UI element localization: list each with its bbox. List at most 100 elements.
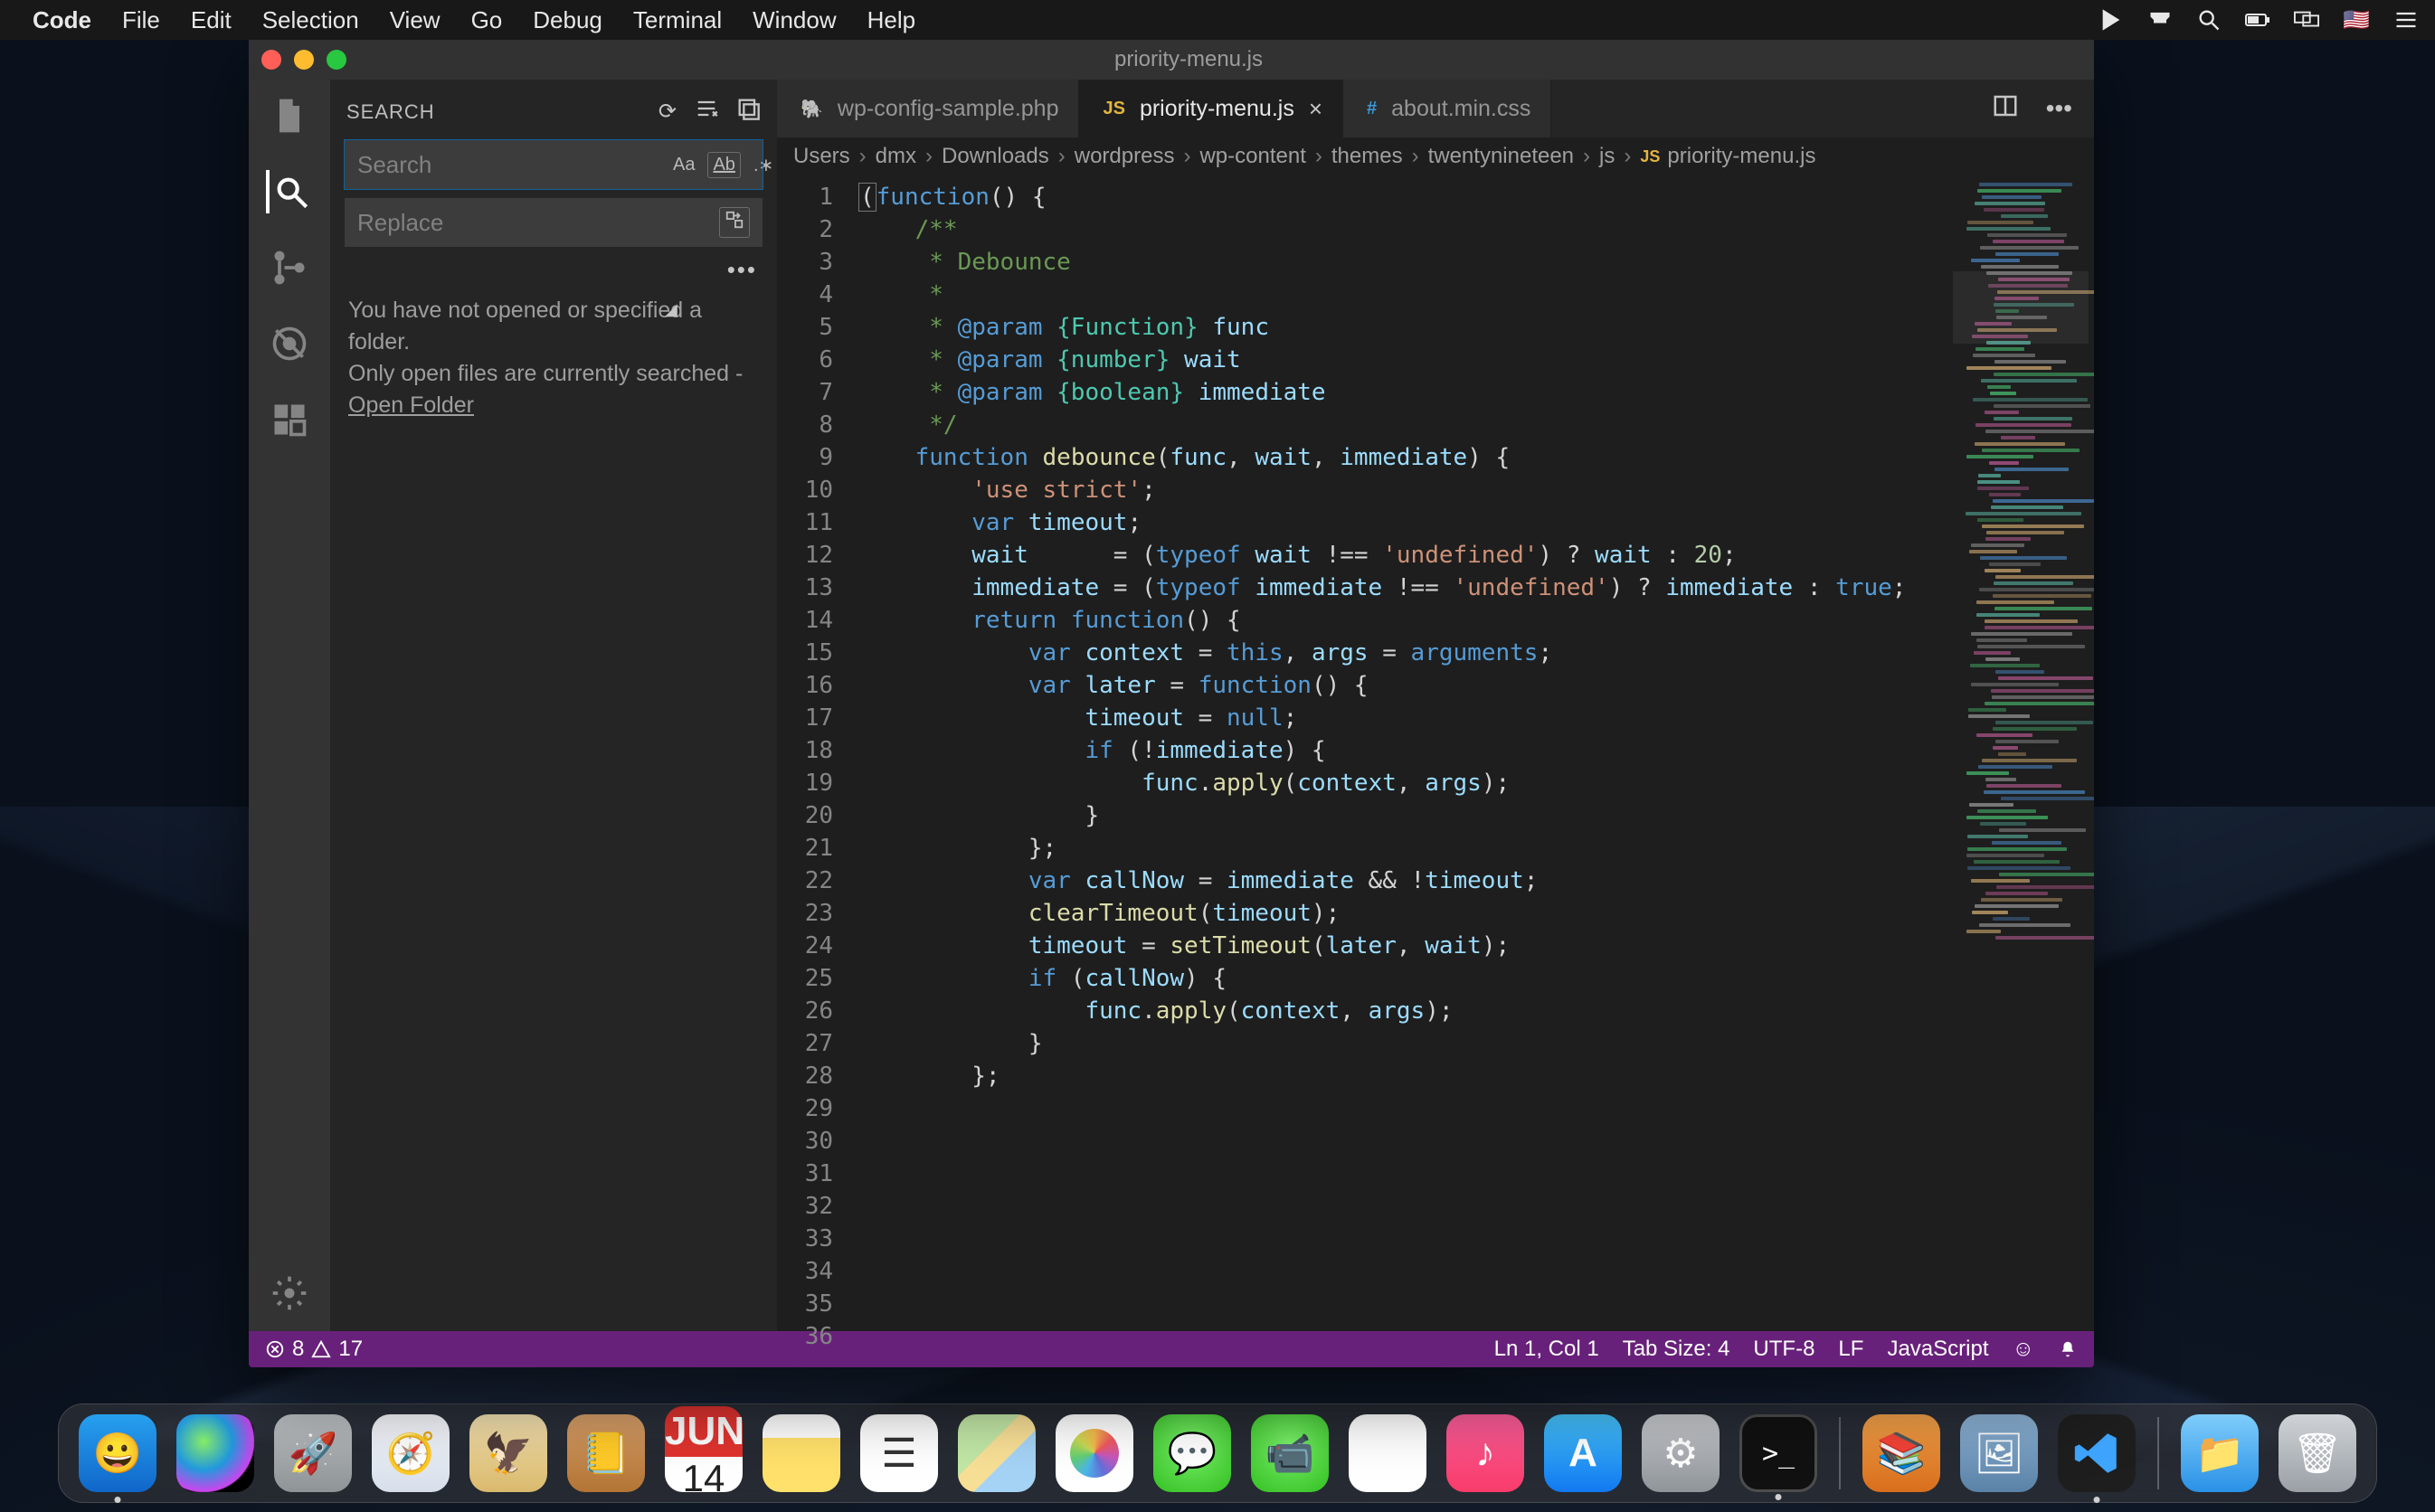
debug-icon[interactable] — [268, 322, 311, 365]
menu-go[interactable]: Go — [471, 6, 503, 34]
regex-icon[interactable]: .∗ — [748, 151, 779, 179]
dock-contacts[interactable]: 📒 — [567, 1414, 645, 1492]
tab-label: about.min.css — [1391, 96, 1530, 122]
status-battery-icon[interactable] — [2245, 7, 2270, 33]
dock-vscode[interactable] — [2058, 1414, 2136, 1492]
window-title: priority-menu.js — [346, 47, 2094, 72]
dock-divider — [1839, 1417, 1841, 1489]
dock-music[interactable]: ♪ — [1446, 1414, 1524, 1492]
feedback-icon[interactable]: ☺ — [2012, 1337, 2034, 1362]
replace-all-icon[interactable] — [719, 207, 750, 238]
search-hint: You have not opened or specified a folde… — [330, 289, 777, 427]
dock-photos-app[interactable]: 🖼 — [1960, 1414, 2038, 1492]
tab-bar: 🐘 wp-config-sample.php JS priority-menu.… — [777, 80, 2094, 137]
menubar-app-name[interactable]: Code — [33, 6, 91, 34]
menu-help[interactable]: Help — [867, 6, 915, 34]
bell-icon[interactable] — [2058, 1339, 2078, 1359]
dock-calendar[interactable]: JUN14 — [665, 1414, 743, 1492]
replace-input[interactable] — [345, 198, 763, 247]
menu-debug[interactable]: Debug — [533, 6, 602, 34]
menu-terminal[interactable]: Terminal — [633, 6, 722, 34]
clear-results-icon[interactable] — [694, 96, 719, 128]
search-panel: SEARCH ⟳ ◢ Aa Ab .∗ ••• You have not ope… — [330, 80, 777, 1331]
language-mode[interactable]: JavaScript — [1887, 1337, 1988, 1362]
search-icon[interactable] — [266, 170, 309, 213]
dock-mail[interactable]: 🦅 — [469, 1414, 547, 1492]
tab-label: wp-config-sample.php — [838, 96, 1059, 122]
minimap-viewport[interactable] — [1953, 271, 2089, 344]
menu-view[interactable]: View — [390, 6, 441, 34]
status-notification-icon[interactable] — [2147, 7, 2173, 33]
minimize-icon[interactable] — [294, 50, 314, 70]
menu-edit[interactable]: Edit — [191, 6, 232, 34]
tab-wp-config[interactable]: 🐘 wp-config-sample.php — [777, 80, 1079, 137]
status-displays-icon[interactable] — [2294, 7, 2319, 33]
dock-trash[interactable]: 🗑 — [2279, 1414, 2356, 1492]
dock-safari[interactable]: 🧭 — [372, 1414, 450, 1492]
dock-appstore[interactable]: A — [1544, 1414, 1622, 1492]
split-editor-icon[interactable] — [1992, 92, 2019, 126]
close-tab-icon[interactable]: × — [1309, 95, 1322, 123]
problems-button[interactable]: 8 17 — [265, 1337, 363, 1362]
dock-photos[interactable] — [1056, 1414, 1133, 1492]
php-icon: 🐘 — [797, 96, 827, 122]
close-icon[interactable] — [261, 50, 281, 70]
tab-about-css[interactable]: # about.min.css — [1343, 80, 1551, 137]
menu-file[interactable]: File — [122, 6, 160, 34]
match-case-icon[interactable]: Aa — [668, 152, 700, 178]
settings-icon[interactable] — [268, 1271, 311, 1315]
dock-facetime[interactable]: 📹 — [1251, 1414, 1329, 1492]
status-cursor-icon[interactable] — [2099, 7, 2124, 33]
editor[interactable]: 1234567891011121314151617181920212223242… — [777, 175, 2094, 1331]
js-icon: JS — [1099, 97, 1128, 121]
tab-label: priority-menu.js — [1140, 96, 1294, 122]
tab-size[interactable]: Tab Size: 4 — [1623, 1337, 1730, 1362]
git-icon[interactable] — [268, 246, 311, 289]
editor-group: 🐘 wp-config-sample.php JS priority-menu.… — [777, 80, 2094, 1331]
menu-window[interactable]: Window — [753, 6, 836, 34]
dock-maps[interactable] — [958, 1414, 1036, 1492]
whole-word-icon[interactable]: Ab — [707, 152, 740, 178]
breadcrumbs[interactable]: Users› dmx› Downloads› wordpress› wp-con… — [777, 137, 2094, 175]
panel-title: SEARCH — [346, 100, 642, 124]
dock-reminders[interactable]: ☰ — [860, 1414, 938, 1492]
dock-finder[interactable]: 😀 — [79, 1414, 156, 1492]
refresh-icon[interactable]: ⟳ — [658, 99, 677, 125]
js-icon: JS — [1640, 147, 1660, 166]
tab-priority-menu[interactable]: JS priority-menu.js × — [1079, 80, 1343, 137]
extensions-icon[interactable] — [268, 398, 311, 441]
zoom-icon[interactable] — [327, 50, 346, 70]
encoding[interactable]: UTF-8 — [1753, 1337, 1814, 1362]
code-content[interactable]: (function() { /** * Debounce * * @param … — [849, 175, 1958, 1331]
dock-books[interactable]: 📚 — [1862, 1414, 1940, 1492]
more-actions-icon[interactable]: ••• — [2046, 94, 2072, 123]
menu-selection[interactable]: Selection — [262, 6, 359, 34]
line-gutter: 1234567891011121314151617181920212223242… — [777, 175, 849, 1331]
search-input[interactable]: Aa Ab .∗ — [345, 140, 763, 189]
dock-news[interactable]: N — [1349, 1414, 1426, 1492]
files-icon[interactable] — [268, 94, 311, 137]
status-bar: 8 17 Ln 1, Col 1 Tab Size: 4 UTF-8 LF Ja… — [249, 1331, 2094, 1367]
dock-terminal[interactable]: >_ — [1739, 1414, 1817, 1492]
toggle-search-details-icon[interactable]: ••• — [330, 256, 777, 289]
status-controlcenter-icon[interactable] — [2393, 7, 2419, 33]
dock-messages[interactable]: 💬 — [1153, 1414, 1231, 1492]
status-flag-icon[interactable]: 🇺🇸 — [2343, 7, 2370, 33]
dock-siri[interactable] — [176, 1414, 254, 1492]
toggle-replace-icon[interactable]: ◢ — [665, 300, 677, 319]
dock-divider — [2157, 1417, 2159, 1489]
cursor-position[interactable]: Ln 1, Col 1 — [1494, 1337, 1599, 1362]
dock-launchpad[interactable]: 🚀 — [274, 1414, 352, 1492]
replace-field[interactable] — [357, 209, 712, 237]
collapse-icon[interactable] — [735, 96, 761, 128]
dock-downloads[interactable]: 📁 — [2181, 1414, 2259, 1492]
open-folder-link[interactable]: Open Folder — [348, 392, 474, 418]
macos-menubar: Code File Edit Selection View Go Debug T… — [0, 0, 2435, 40]
search-field[interactable] — [357, 151, 660, 179]
dock-notes[interactable] — [763, 1414, 840, 1492]
minimap[interactable] — [1958, 175, 2094, 1331]
window-titlebar[interactable]: priority-menu.js — [249, 40, 2094, 80]
status-spotlight-icon[interactable] — [2196, 7, 2222, 33]
dock-preferences[interactable]: ⚙ — [1642, 1414, 1720, 1492]
eol[interactable]: LF — [1838, 1337, 1863, 1362]
